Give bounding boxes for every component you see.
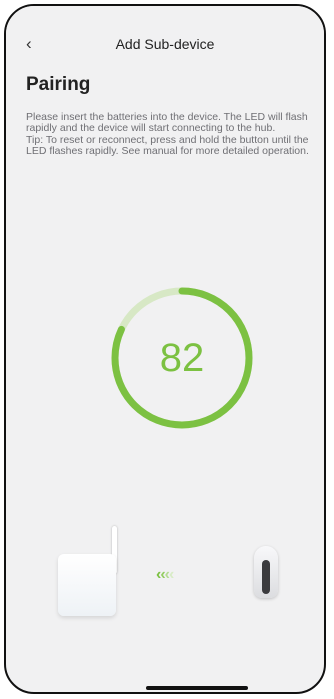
home-indicator[interactable] bbox=[146, 686, 248, 690]
progress-value: 82 bbox=[159, 335, 205, 380]
description-text: Please insert the batteries into the dev… bbox=[26, 111, 308, 135]
hub-device-icon bbox=[58, 554, 116, 616]
progress-ring: 82 bbox=[102, 278, 262, 438]
sensor-device-icon bbox=[254, 546, 278, 598]
sensor-slot bbox=[262, 560, 270, 594]
phone-frame: ‹ Add Sub-device Pairing Please insert t… bbox=[4, 4, 326, 694]
pairing-arrows-icon: ‹‹‹‹ bbox=[156, 566, 174, 583]
pairing-description: Please insert the batteries into the dev… bbox=[26, 111, 318, 157]
pairing-title: Pairing bbox=[26, 74, 91, 95]
page-title: Add Sub-device bbox=[115, 36, 215, 52]
tip-text: Tip: To reset or reconnect, press and ho… bbox=[26, 133, 309, 157]
header: ‹ Add Sub-device bbox=[6, 6, 324, 70]
